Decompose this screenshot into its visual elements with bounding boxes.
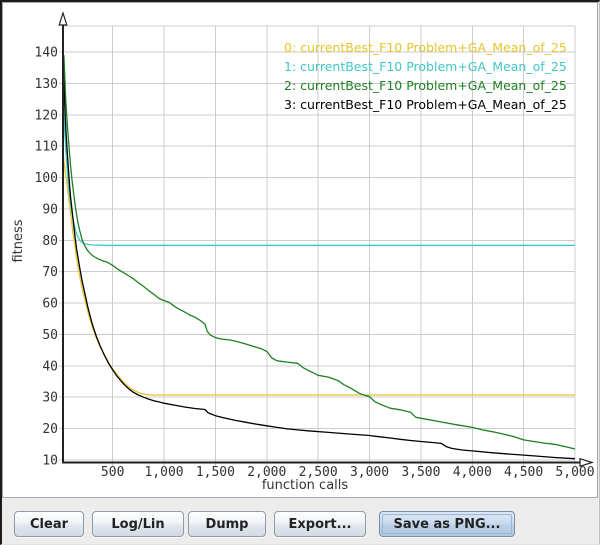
svg-text:140: 140 [35, 46, 58, 61]
svg-text:60: 60 [42, 297, 58, 312]
svg-text:80: 80 [42, 234, 58, 249]
svg-text:70: 70 [42, 265, 58, 280]
log-lin-button[interactable]: Log/Lin [92, 511, 184, 537]
y-axis-label: fitness [11, 200, 27, 282]
svg-text:500: 500 [101, 465, 124, 480]
legend-item: 0: currentBest_F10 Problem+GA_Mean_of_25 [284, 38, 567, 57]
svg-text:5,000: 5,000 [555, 465, 594, 480]
x-axis-label: function calls [205, 478, 405, 494]
svg-text:1,000: 1,000 [144, 465, 183, 480]
toolbar: Clear Log/Lin Dump Export... Save as PNG… [2, 498, 600, 545]
legend: 0: currentBest_F10 Problem+GA_Mean_of_25… [284, 38, 567, 114]
svg-text:4,000: 4,000 [453, 465, 492, 480]
save-as-png-button[interactable]: Save as PNG... [379, 511, 515, 537]
svg-text:30: 30 [42, 391, 58, 406]
plot-window: 10 20 30 40 50 60 70 80 90 100 110 120 130 140 500 1,00… [0, 0, 600, 545]
dump-button[interactable]: Dump [188, 511, 266, 537]
legend-item: 1: currentBest_F10 Problem+GA_Mean_of_25 [284, 57, 567, 76]
svg-text:3,500: 3,500 [401, 465, 440, 480]
legend-item: 3: currentBest_F10 Problem+GA_Mean_of_25 [284, 95, 567, 114]
legend-item: 2: currentBest_F10 Problem+GA_Mean_of_25 [284, 76, 567, 95]
svg-text:120: 120 [35, 108, 58, 123]
svg-text:110: 110 [35, 140, 58, 155]
svg-text:4,500: 4,500 [504, 465, 543, 480]
svg-text:90: 90 [42, 202, 58, 217]
svg-text:130: 130 [35, 77, 58, 92]
svg-text:20: 20 [42, 422, 58, 437]
svg-text:40: 40 [42, 359, 58, 374]
chart-panel: 10 20 30 40 50 60 70 80 90 100 110 120 130 140 500 1,00… [2, 2, 598, 498]
svg-text:50: 50 [42, 328, 58, 343]
clear-button[interactable]: Clear [14, 511, 84, 537]
svg-text:100: 100 [35, 171, 58, 186]
export-button[interactable]: Export... [274, 511, 366, 537]
svg-text:10: 10 [42, 454, 58, 469]
